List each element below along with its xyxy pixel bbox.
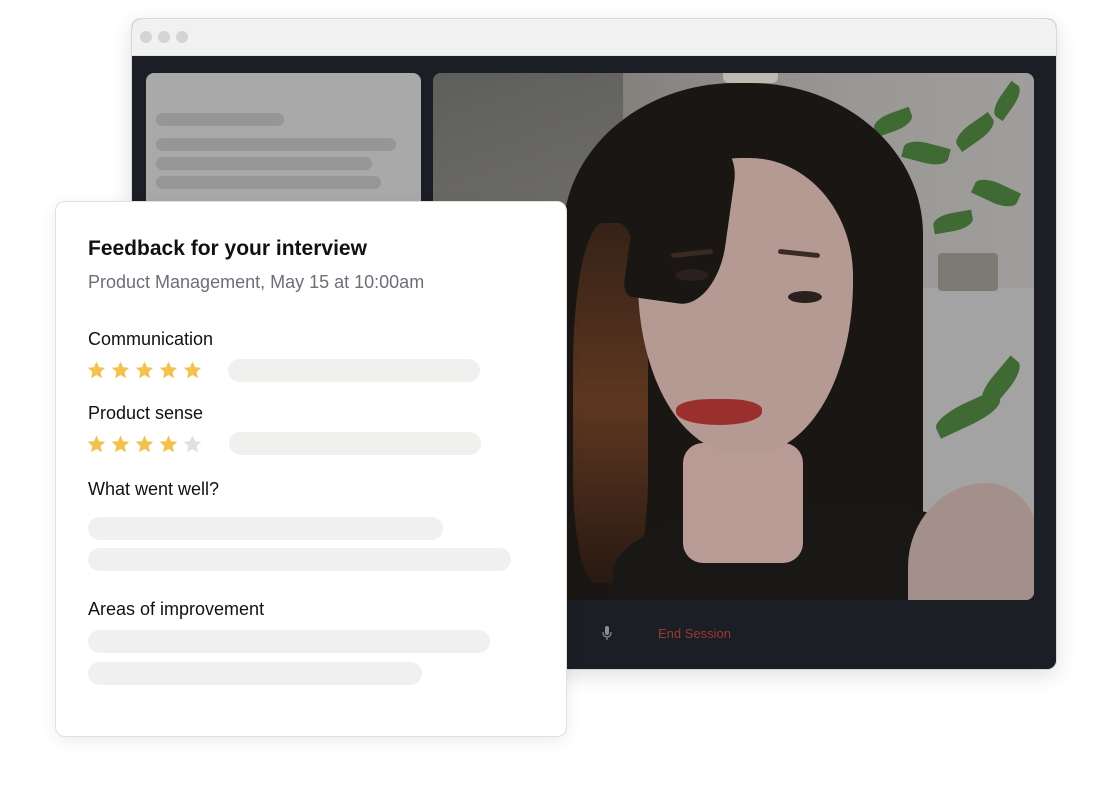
window-close-dot[interactable] [140,31,152,43]
lamp [723,73,778,83]
plant-leaf [901,137,951,169]
went-well-label: What went well? [88,479,220,499]
placeholder-bar [156,176,381,189]
star-filled-icon [183,361,202,379]
rating-label-communication: Communication [88,329,214,349]
star-filled-icon [111,361,130,379]
star-filled-icon [87,361,106,379]
star-rating-product-sense [86,434,203,455]
window-minimize-dot[interactable] [158,31,170,43]
browser-titlebar [132,19,1056,56]
improvement-label: Areas of improvement [88,599,265,619]
plant-leaf [931,209,975,235]
plant-leaf [951,112,999,152]
feedback-title: Feedback for your interview [88,237,367,260]
rating-comment-bar [228,359,480,382]
went-well-text-bar [88,548,511,571]
rating-label-product-sense: Product sense [88,403,204,423]
plant-leaf [970,174,1022,212]
improvement-text-bar [88,662,422,685]
plant-pot [938,253,998,291]
star-filled-icon [111,435,130,453]
feedback-subtitle: Product Management, May 15 at 10:00am [88,272,425,292]
star-filled-icon [135,435,154,453]
star-filled-icon [87,435,106,453]
went-well-text-bar [88,517,443,540]
plant-leaf [989,80,1025,122]
placeholder-bar [156,157,372,170]
person-neck [683,443,803,563]
improvement-text-bar [88,630,490,653]
person-eye [788,291,822,303]
window-maximize-dot[interactable] [176,31,188,43]
feedback-card: Feedback for your interview Product Mana… [55,201,567,737]
microphone-icon[interactable] [602,626,612,640]
placeholder-bar [156,113,284,126]
star-empty-icon [183,435,202,453]
placeholder-bar [156,138,396,151]
star-rating-communication [86,360,203,381]
star-filled-icon [135,361,154,379]
star-filled-icon [159,435,178,453]
person-lips [676,399,762,425]
person-eye [675,269,709,281]
rating-comment-bar [229,432,481,455]
end-session-button[interactable]: End Session [658,626,731,641]
star-filled-icon [159,361,178,379]
